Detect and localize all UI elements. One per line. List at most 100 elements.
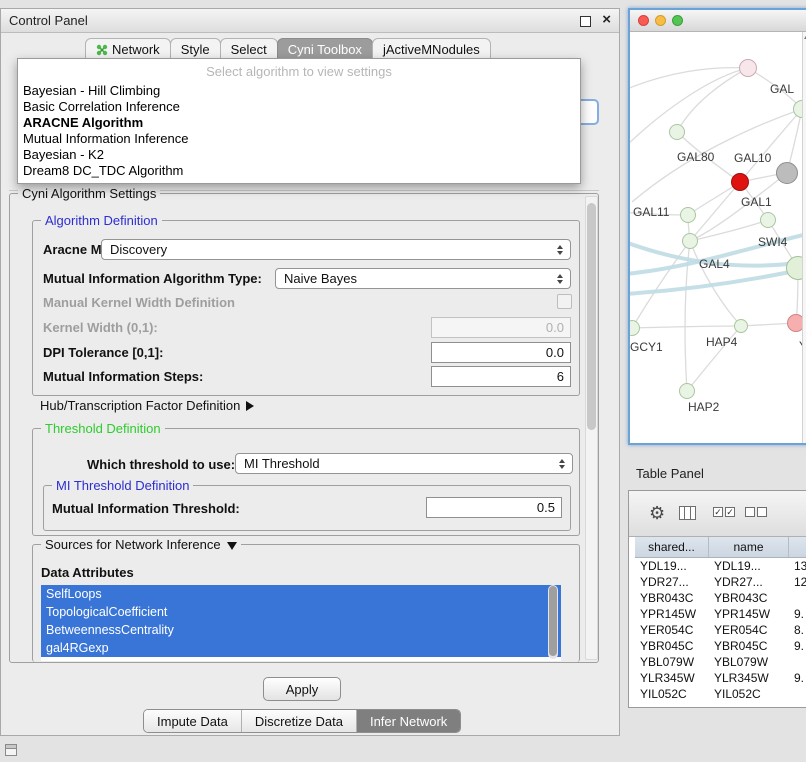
algorithm-dropdown-list: Bayesian - Hill ClimbingBasic Correlatio… (18, 83, 580, 179)
network-edge (677, 68, 748, 132)
algorithm-option[interactable]: ARACNE Algorithm (18, 115, 580, 131)
network-node-hap2[interactable] (679, 383, 695, 399)
data-attributes-list: SelfLoopsTopologicalCoefficientBetweenne… (41, 585, 561, 661)
table-body: YDL19...YDL19...13YDR27...YDR27...12YBR0… (635, 558, 806, 707)
network-node-gal10[interactable] (731, 173, 749, 191)
table-cell: YPR145W (709, 607, 789, 621)
scrollbar-thumb[interactable] (549, 586, 557, 656)
window-title: Control Panel (9, 9, 88, 33)
mi-algorithm-type-select[interactable]: Naive Bayes (275, 268, 571, 289)
tab-infer-network[interactable]: Infer Network (356, 710, 460, 732)
table-row[interactable]: YBR043CYBR043C (635, 590, 806, 606)
table-cell: YBL079W (635, 655, 709, 669)
network-node-gal80[interactable] (669, 124, 685, 140)
manual-kernel-checkbox (557, 294, 572, 309)
apply-button[interactable]: Apply (263, 677, 341, 701)
table-toolbar: ⚙ ✓ ✓ (629, 491, 806, 537)
table-row[interactable]: YER054CYER054C8. (635, 622, 806, 638)
table-row[interactable]: YBL079WYBL079W (635, 654, 806, 670)
network-node-gal1[interactable] (760, 212, 776, 228)
table-row[interactable]: YBR045CYBR045C9. (635, 638, 806, 654)
network-edge (690, 182, 740, 241)
table-cell: YBL079W (709, 655, 789, 669)
attribute-item[interactable]: SelfLoops (41, 585, 561, 603)
table-cell: 12 (789, 575, 806, 589)
sources-toggle[interactable]: Sources for Network Inference (41, 537, 241, 552)
dpi-tolerance-label: DPI Tolerance [0,1]: (43, 345, 163, 360)
deselect-all-icon[interactable] (745, 507, 767, 517)
network-view-window: GALGAL80GAL10GAL1GAL11SWI4GAL4GCY1HAP4YH… (628, 8, 806, 445)
columns-icon[interactable] (679, 506, 696, 520)
data-attributes-label: Data Attributes (41, 565, 134, 580)
float-window-icon[interactable] (580, 16, 591, 27)
table-cell: YBR045C (709, 639, 789, 653)
tab-label: Network (112, 42, 160, 57)
table-cell: 9. (789, 639, 806, 653)
network-node-gal11[interactable] (680, 207, 696, 223)
aracne-mode-select[interactable]: Discovery (101, 239, 571, 260)
table-cell: YIL052C (709, 687, 789, 701)
table-cell: YDL19... (635, 559, 709, 573)
table-panel-window: ⚙ ✓ ✓ shared...name YDL19...YDL19...13YD… (628, 490, 806, 708)
network-node-hap4[interactable] (734, 319, 748, 333)
algorithm-option[interactable]: Bayesian - Hill Climbing (18, 83, 580, 99)
hub-definition-toggle[interactable]: Hub/Transcription Factor Definition (40, 398, 254, 413)
node-label: GAL (770, 82, 794, 96)
network-window-titlebar[interactable] (630, 10, 806, 32)
group-title: Cyni Algorithm Settings (18, 186, 160, 201)
algorithm-option[interactable]: Mutual Information Inference (18, 131, 580, 147)
mi-steps-input[interactable]: 6 (431, 366, 571, 387)
dock-panel-icon[interactable] (5, 744, 17, 756)
column-header[interactable]: name (709, 537, 789, 557)
node-label: SWI4 (758, 235, 787, 249)
scrollbar-thumb[interactable] (587, 203, 596, 430)
settings-scrollbar[interactable] (585, 196, 598, 660)
attribute-item[interactable]: TopologicalCoefficient (41, 603, 561, 621)
column-header[interactable] (789, 537, 806, 557)
algorithm-option[interactable]: Basic Correlation Inference (18, 99, 580, 115)
select-all-icon[interactable]: ✓ ✓ (713, 507, 735, 517)
attributes-scrollbar[interactable] (548, 585, 558, 659)
table-row[interactable]: YPR145WYPR145W9. (635, 606, 806, 622)
algorithm-option[interactable]: Bayesian - K2 (18, 147, 580, 163)
network-canvas[interactable]: GALGAL80GAL10GAL1GAL11SWI4GAL4GCY1HAP4YH… (630, 32, 806, 443)
selected-value: MI Threshold (244, 456, 555, 471)
table-cell: 9. (789, 671, 806, 685)
attribute-item[interactable]: gal4RGexp (41, 639, 561, 657)
close-icon[interactable]: × (602, 11, 611, 28)
network-node-gal4[interactable] (682, 233, 698, 249)
group-title: Algorithm Definition (41, 213, 162, 228)
table-cell: 8. (789, 623, 806, 637)
network-node[interactable] (776, 162, 798, 184)
network-scrollbar[interactable] (802, 32, 806, 443)
close-traffic-light[interactable] (638, 15, 649, 26)
kernel-width-input: 0.0 (431, 317, 571, 338)
gear-icon[interactable]: ⚙ (649, 503, 665, 524)
hub-definition-label: Hub/Transcription Factor Definition (40, 398, 240, 413)
bottom-tabs: Impute Data Discretize Data Infer Networ… (143, 709, 461, 733)
algorithm-option[interactable]: Dream8 DC_TDC Algorithm (18, 163, 580, 179)
attribute-item[interactable]: BetweennessCentrality (41, 621, 561, 639)
column-header[interactable]: shared... (635, 537, 709, 557)
table-row[interactable]: YLR345WYLR345W9. (635, 670, 806, 686)
columns-icon-cell (691, 507, 695, 519)
which-threshold-select[interactable]: MI Threshold (235, 453, 573, 474)
control-panel-titlebar[interactable]: Control Panel × (1, 9, 619, 33)
table-row[interactable]: YDL19...YDL19...13 (635, 558, 806, 574)
node-label: GAL80 (677, 150, 714, 164)
selected-value: Naive Bayes (284, 271, 553, 286)
minimize-traffic-light[interactable] (655, 15, 666, 26)
table-cell: YDR27... (709, 575, 789, 589)
zoom-traffic-light[interactable] (672, 15, 683, 26)
tab-discretize-data[interactable]: Discretize Data (241, 710, 356, 732)
dpi-tolerance-input[interactable]: 0.0 (431, 342, 571, 363)
expand-right-icon (246, 401, 254, 411)
table-row[interactable]: YDR27...YDR27...12 (635, 574, 806, 590)
mi-threshold-input[interactable]: 0.5 (426, 497, 562, 518)
table-panel-title: Table Panel (636, 466, 704, 481)
unchecked-box-icon (757, 507, 767, 517)
tab-impute-data[interactable]: Impute Data (144, 710, 241, 732)
network-edge (632, 109, 802, 202)
table-row[interactable]: YIL052CYIL052C (635, 686, 806, 702)
network-node[interactable] (739, 59, 757, 77)
